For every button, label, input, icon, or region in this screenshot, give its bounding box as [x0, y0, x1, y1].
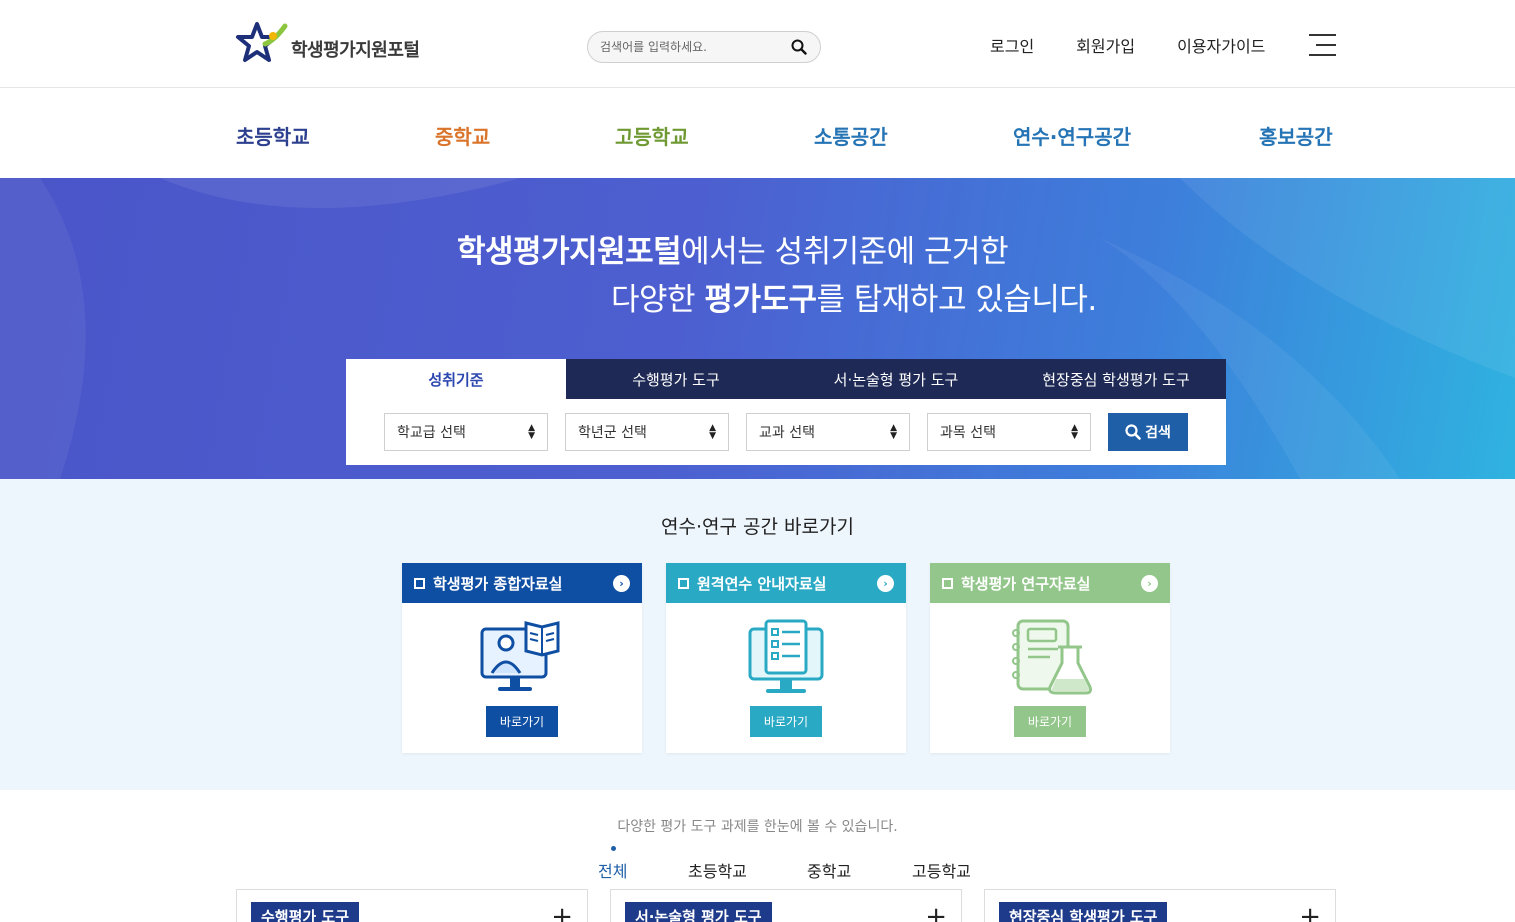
- top-links: 로그인 회원가입 이용자가이드: [990, 33, 1307, 57]
- search-icon[interactable]: [790, 38, 808, 56]
- card-go-button[interactable]: 바로가기: [1014, 706, 1086, 737]
- card-header[interactable]: 원격연수 안내자료실 ›: [666, 563, 906, 603]
- updown-arrow-icon: ▲ ▼: [528, 423, 535, 441]
- school-level-select[interactable]: 학교급 선택 ▲ ▼: [384, 413, 548, 451]
- tool-box-field: 현장중심 학생평가 도구 +: [984, 889, 1336, 922]
- signup-link[interactable]: 회원가입: [1076, 33, 1135, 57]
- filter-all[interactable]: 전체: [598, 858, 627, 882]
- filter-high[interactable]: 고등학교: [912, 858, 971, 882]
- notebook-flask-icon: [1012, 619, 1092, 695]
- hero-headline-line1: 학생평가지원포털에서는 성취기준에 근거한: [457, 234, 1009, 270]
- square-bullet-icon: [678, 577, 689, 589]
- search-tabs: 성취기준 수행평가 도구 서·논술형 평가 도구 현장중심 학생평가 도구: [346, 359, 1226, 399]
- course-select[interactable]: 과목 선택 ▲ ▼: [927, 413, 1091, 451]
- plus-icon[interactable]: +: [925, 904, 947, 922]
- user-guide-link[interactable]: 이용자가이드: [1177, 33, 1265, 57]
- tool-box-label: 수행평가 도구: [251, 902, 360, 922]
- shortcut-section: 연수·연구 공간 바로가기 학생평가 종합자료실 › 바로가기 원격연수 안내자…: [0, 479, 1515, 790]
- hero-headline-line2: 다양한 평가도구를 탑재하고 있습니다.: [611, 282, 1097, 318]
- card-remote-training-library[interactable]: 원격연수 안내자료실 › 바로가기: [666, 563, 906, 753]
- menu-hamburger-icon[interactable]: [1309, 34, 1336, 56]
- square-bullet-icon: [414, 577, 425, 589]
- updown-arrow-icon: ▲ ▼: [709, 423, 716, 441]
- tools-subtitle: 다양한 평가 도구 과제를 한눈에 볼 수 있습니다.: [617, 819, 898, 835]
- monitor-checklist-icon: [748, 619, 824, 693]
- tool-box-label: 서·논술형 평가 도구: [625, 902, 772, 922]
- nav-high-school[interactable]: 고등학교: [615, 121, 689, 150]
- chevron-right-circle-icon[interactable]: ›: [1141, 574, 1158, 592]
- nav-training-research[interactable]: 연수·연구공간: [1013, 121, 1131, 150]
- teacher-monitor-book-icon: [480, 621, 560, 691]
- grade-group-select[interactable]: 학년군 선택 ▲ ▼: [565, 413, 729, 451]
- card-header[interactable]: 학생평가 종합자료실 ›: [402, 563, 642, 603]
- search-icon: [1125, 424, 1141, 440]
- search-input[interactable]: [600, 40, 790, 54]
- updown-arrow-icon: ▲ ▼: [890, 423, 897, 441]
- logo-text: 학생평가지원포털: [291, 40, 420, 61]
- main-navigation: 초등학교 중학교 고등학교 소통공간 연수·연구공간 홍보공간: [0, 89, 1515, 178]
- card-go-button[interactable]: 바로가기: [486, 706, 558, 737]
- plus-icon[interactable]: +: [551, 904, 573, 922]
- site-header: 학생평가지원포털 로그인 회원가입 이용자가이드: [0, 0, 1515, 88]
- login-link[interactable]: 로그인: [990, 33, 1034, 57]
- plus-icon[interactable]: +: [1299, 904, 1321, 922]
- filter-elementary[interactable]: 초등학교: [688, 858, 747, 882]
- search-filters: 학교급 선택 ▲ ▼ 학년군 선택 ▲ ▼ 교과 선택 ▲ ▼ 과목 선택 ▲ ▼ 검색: [384, 413, 1188, 451]
- site-logo[interactable]: 학생평가지원포털: [235, 20, 420, 66]
- filter-middle[interactable]: 중학교: [807, 858, 851, 882]
- nav-middle-school[interactable]: 중학교: [435, 121, 490, 150]
- chevron-right-circle-icon[interactable]: ›: [613, 574, 630, 592]
- shortcut-section-title: 연수·연구 공간 바로가기: [661, 516, 854, 538]
- nav-community[interactable]: 소통공간: [814, 121, 888, 150]
- updown-arrow-icon: ▲ ▼: [1071, 423, 1078, 441]
- tool-box-essay: 서·논술형 평가 도구 +: [610, 889, 962, 922]
- tab-field-tools[interactable]: 현장중심 학생평가 도구: [1006, 359, 1226, 399]
- hero-banner: 학생평가지원포털에서는 성취기준에 근거한 다양한 평가도구를 탑재하고 있습니…: [0, 178, 1515, 479]
- tool-box-performance: 수행평가 도구 +: [236, 889, 588, 922]
- search-button[interactable]: 검색: [1108, 413, 1188, 451]
- card-go-button[interactable]: 바로가기: [750, 706, 822, 737]
- active-dot-icon: [611, 846, 616, 851]
- global-search: [587, 31, 821, 63]
- square-bullet-icon: [942, 577, 953, 589]
- tool-box-label: 현장중심 학생평가 도구: [999, 902, 1168, 922]
- card-header[interactable]: 학생평가 연구자료실 ›: [930, 563, 1170, 603]
- tab-achievement-standards[interactable]: 성취기준: [346, 359, 566, 399]
- nav-promotion[interactable]: 홍보공간: [1259, 121, 1333, 150]
- card-assessment-library[interactable]: 학생평가 종합자료실 › 바로가기: [402, 563, 642, 753]
- star-person-logo-icon: [236, 22, 288, 62]
- subject-area-select[interactable]: 교과 선택 ▲ ▼: [746, 413, 910, 451]
- chevron-right-circle-icon[interactable]: ›: [877, 574, 894, 592]
- nav-elementary[interactable]: 초등학교: [236, 121, 310, 150]
- tab-essay-tools[interactable]: 서·논술형 평가 도구: [786, 359, 1006, 399]
- standard-search-panel: 성취기준 수행평가 도구 서·논술형 평가 도구 현장중심 학생평가 도구 학교…: [346, 359, 1226, 465]
- card-research-library[interactable]: 학생평가 연구자료실 › 바로가기: [930, 563, 1170, 753]
- tab-performance-tools[interactable]: 수행평가 도구: [566, 359, 786, 399]
